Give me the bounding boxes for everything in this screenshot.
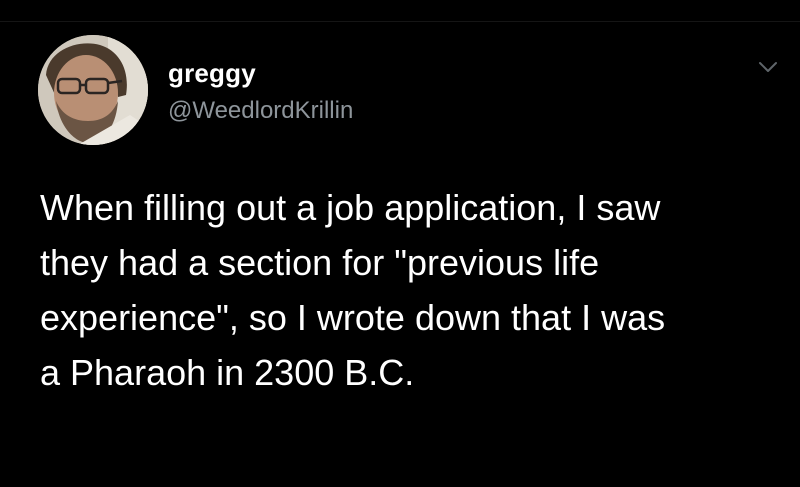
chevron-down-icon[interactable] [757, 60, 779, 74]
user-avatar-icon [38, 35, 148, 145]
user-handle[interactable]: @WeedlordKrillin [168, 97, 353, 125]
avatar[interactable] [38, 35, 148, 145]
tweet-text: When filling out a job application, I sa… [40, 187, 666, 393]
tweet-card: greggy @WeedlordKrillin When filling out… [0, 0, 800, 487]
divider [0, 21, 800, 22]
display-name[interactable]: greggy [168, 58, 256, 88]
